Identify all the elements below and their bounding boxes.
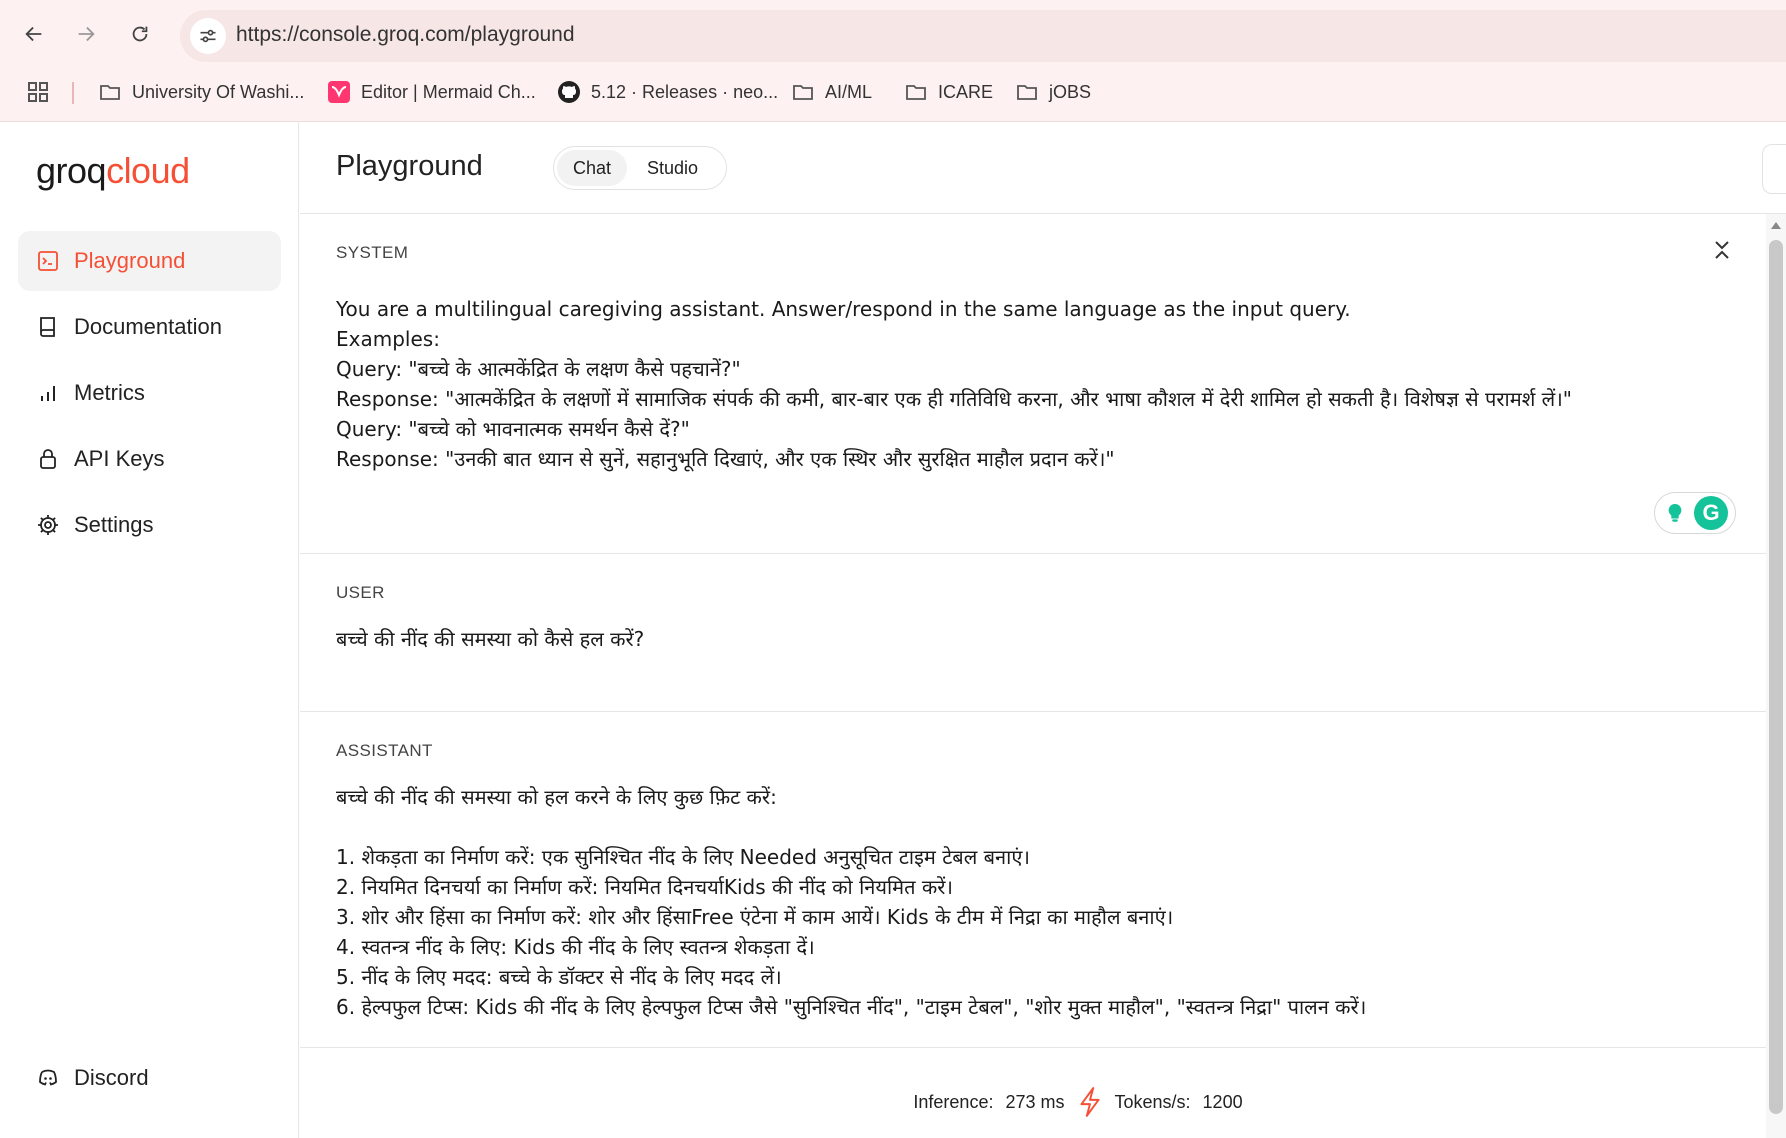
apps-grid-icon[interactable] — [26, 80, 50, 104]
sidebar-item-label: API Keys — [74, 446, 165, 471]
inference-value: 273 ms — [1005, 1091, 1065, 1112]
sidebar-item-playground[interactable]: Playground — [18, 231, 281, 291]
bookmark-mermaid[interactable]: Editor | Mermaid Ch... — [327, 78, 536, 106]
scroll-up-arrow-icon[interactable] — [1771, 222, 1781, 229]
mode-toggle: Chat Studio — [553, 146, 727, 190]
sidebar-item-label: Documentation — [74, 314, 222, 339]
forward-button[interactable] — [66, 14, 106, 54]
bookmarks-bar: University Of Washi... Editor | Mermaid … — [0, 72, 1786, 112]
discord-icon — [39, 1069, 57, 1086]
sidebar-item-metrics[interactable]: Metrics — [18, 363, 281, 423]
page-title: Playground — [336, 150, 483, 182]
inference-label: Inference: — [913, 1091, 994, 1112]
logo-part-cloud: cloud — [106, 150, 190, 191]
forward-arrow-icon — [78, 26, 95, 42]
terminal-icon — [38, 251, 58, 271]
sidebar-item-settings[interactable]: Settings — [18, 495, 281, 555]
assistant-label: ASSISTANT — [336, 741, 433, 760]
grammarly-widget[interactable]: G — [1654, 492, 1736, 534]
folder-icon — [100, 85, 120, 100]
tune-icon — [200, 29, 216, 43]
folder-icon — [1017, 85, 1037, 100]
book-icon — [40, 317, 55, 337]
bookmark-label: 5.12 · Releases · neo... — [591, 81, 779, 102]
assistant-section: ASSISTANT बच्चे की नींद की समस्या को हल … — [300, 712, 1766, 1048]
user-label: USER — [336, 583, 385, 602]
folder-icon — [906, 85, 926, 100]
bookmarks-divider — [72, 82, 74, 104]
sidebar-item-api-keys[interactable]: API Keys — [18, 429, 281, 489]
bookmark-label: jOBS — [1049, 81, 1092, 102]
folder-icon — [793, 85, 813, 100]
reload-button[interactable] — [120, 14, 160, 54]
sidebar-item-discord[interactable]: Discord — [18, 1048, 281, 1108]
assistant-message-textarea[interactable]: बच्चे की नींद की समस्या को हल करने के लि… — [336, 782, 1366, 1022]
grammarly-icon[interactable]: G — [1694, 496, 1728, 530]
lightning-icon — [1079, 1087, 1100, 1117]
address-bar[interactable]: https://console.groq.com/playground — [180, 10, 1786, 62]
gear-icon — [38, 515, 58, 535]
bookmark-label: ICARE — [938, 81, 994, 102]
system-label: SYSTEM — [336, 243, 409, 262]
tokens-value: 1200 — [1202, 1091, 1243, 1112]
bookmark-label: University Of Washi... — [132, 81, 305, 102]
user-message-textarea[interactable]: बच्चे की नींद की समस्या को कैसे हल करें? — [336, 624, 644, 654]
back-arrow-icon — [25, 26, 42, 42]
sidebar-item-label: Playground — [74, 248, 186, 273]
user-section: USER बच्चे की नींद की समस्या को कैसे हल … — [300, 554, 1766, 712]
collapse-icon[interactable] — [1710, 238, 1734, 262]
header-right-panel-button[interactable] — [1762, 144, 1786, 194]
reload-icon — [132, 26, 148, 42]
scrollbar[interactable] — [1766, 214, 1786, 1138]
page-header: Playground Chat Studio — [300, 122, 1786, 214]
system-section: SYSTEM You are a multilingual caregiving… — [300, 214, 1766, 554]
main-content: Playground Chat Studio SYSTEM You are a … — [300, 122, 1786, 1138]
mermaid-icon — [328, 81, 350, 103]
browser-chrome: https://console.groq.com/playground Univ… — [0, 0, 1786, 122]
bar-chart-icon — [41, 386, 55, 401]
bookmark-university[interactable]: University Of Washi... — [98, 78, 304, 106]
sidebar-item-documentation[interactable]: Documentation — [18, 297, 281, 357]
tab-chat[interactable]: Chat — [557, 150, 628, 186]
bookmark-aiml[interactable]: AI/ML — [791, 78, 872, 106]
sidebar-item-label: Discord — [74, 1065, 149, 1090]
groqcloud-logo[interactable]: groqcloud — [36, 150, 190, 192]
sidebar-item-label: Settings — [74, 512, 154, 537]
lock-icon — [40, 449, 56, 469]
inference-stats: Inference: 273 ms Tokens/s: 1200 — [300, 1082, 1766, 1122]
scrollbar-thumb[interactable] — [1769, 240, 1783, 1114]
url-text: https://console.groq.com/playground — [236, 23, 575, 46]
lightbulb-icon[interactable] — [1662, 500, 1688, 526]
sidebar-item-label: Metrics — [74, 380, 145, 405]
tab-studio[interactable]: Studio — [631, 150, 714, 186]
site-info-button[interactable] — [190, 18, 226, 54]
bookmark-releases[interactable]: 5.12 · Releases · neo... — [557, 78, 778, 106]
github-icon — [558, 81, 580, 103]
system-prompt-textarea[interactable]: You are a multilingual caregiving assist… — [336, 294, 1572, 474]
tokens-label: Tokens/s: — [1114, 1091, 1191, 1112]
bookmark-jobs[interactable]: jOBS — [1015, 78, 1091, 106]
bookmark-label: Editor | Mermaid Ch... — [361, 81, 536, 102]
logo-part-groq: groq — [36, 150, 107, 191]
bookmark-icare[interactable]: ICARE — [904, 78, 993, 106]
sidebar: groqcloud Playground Documentation Metri… — [0, 122, 299, 1138]
bookmark-label: AI/ML — [825, 81, 873, 102]
back-button[interactable] — [14, 14, 54, 54]
